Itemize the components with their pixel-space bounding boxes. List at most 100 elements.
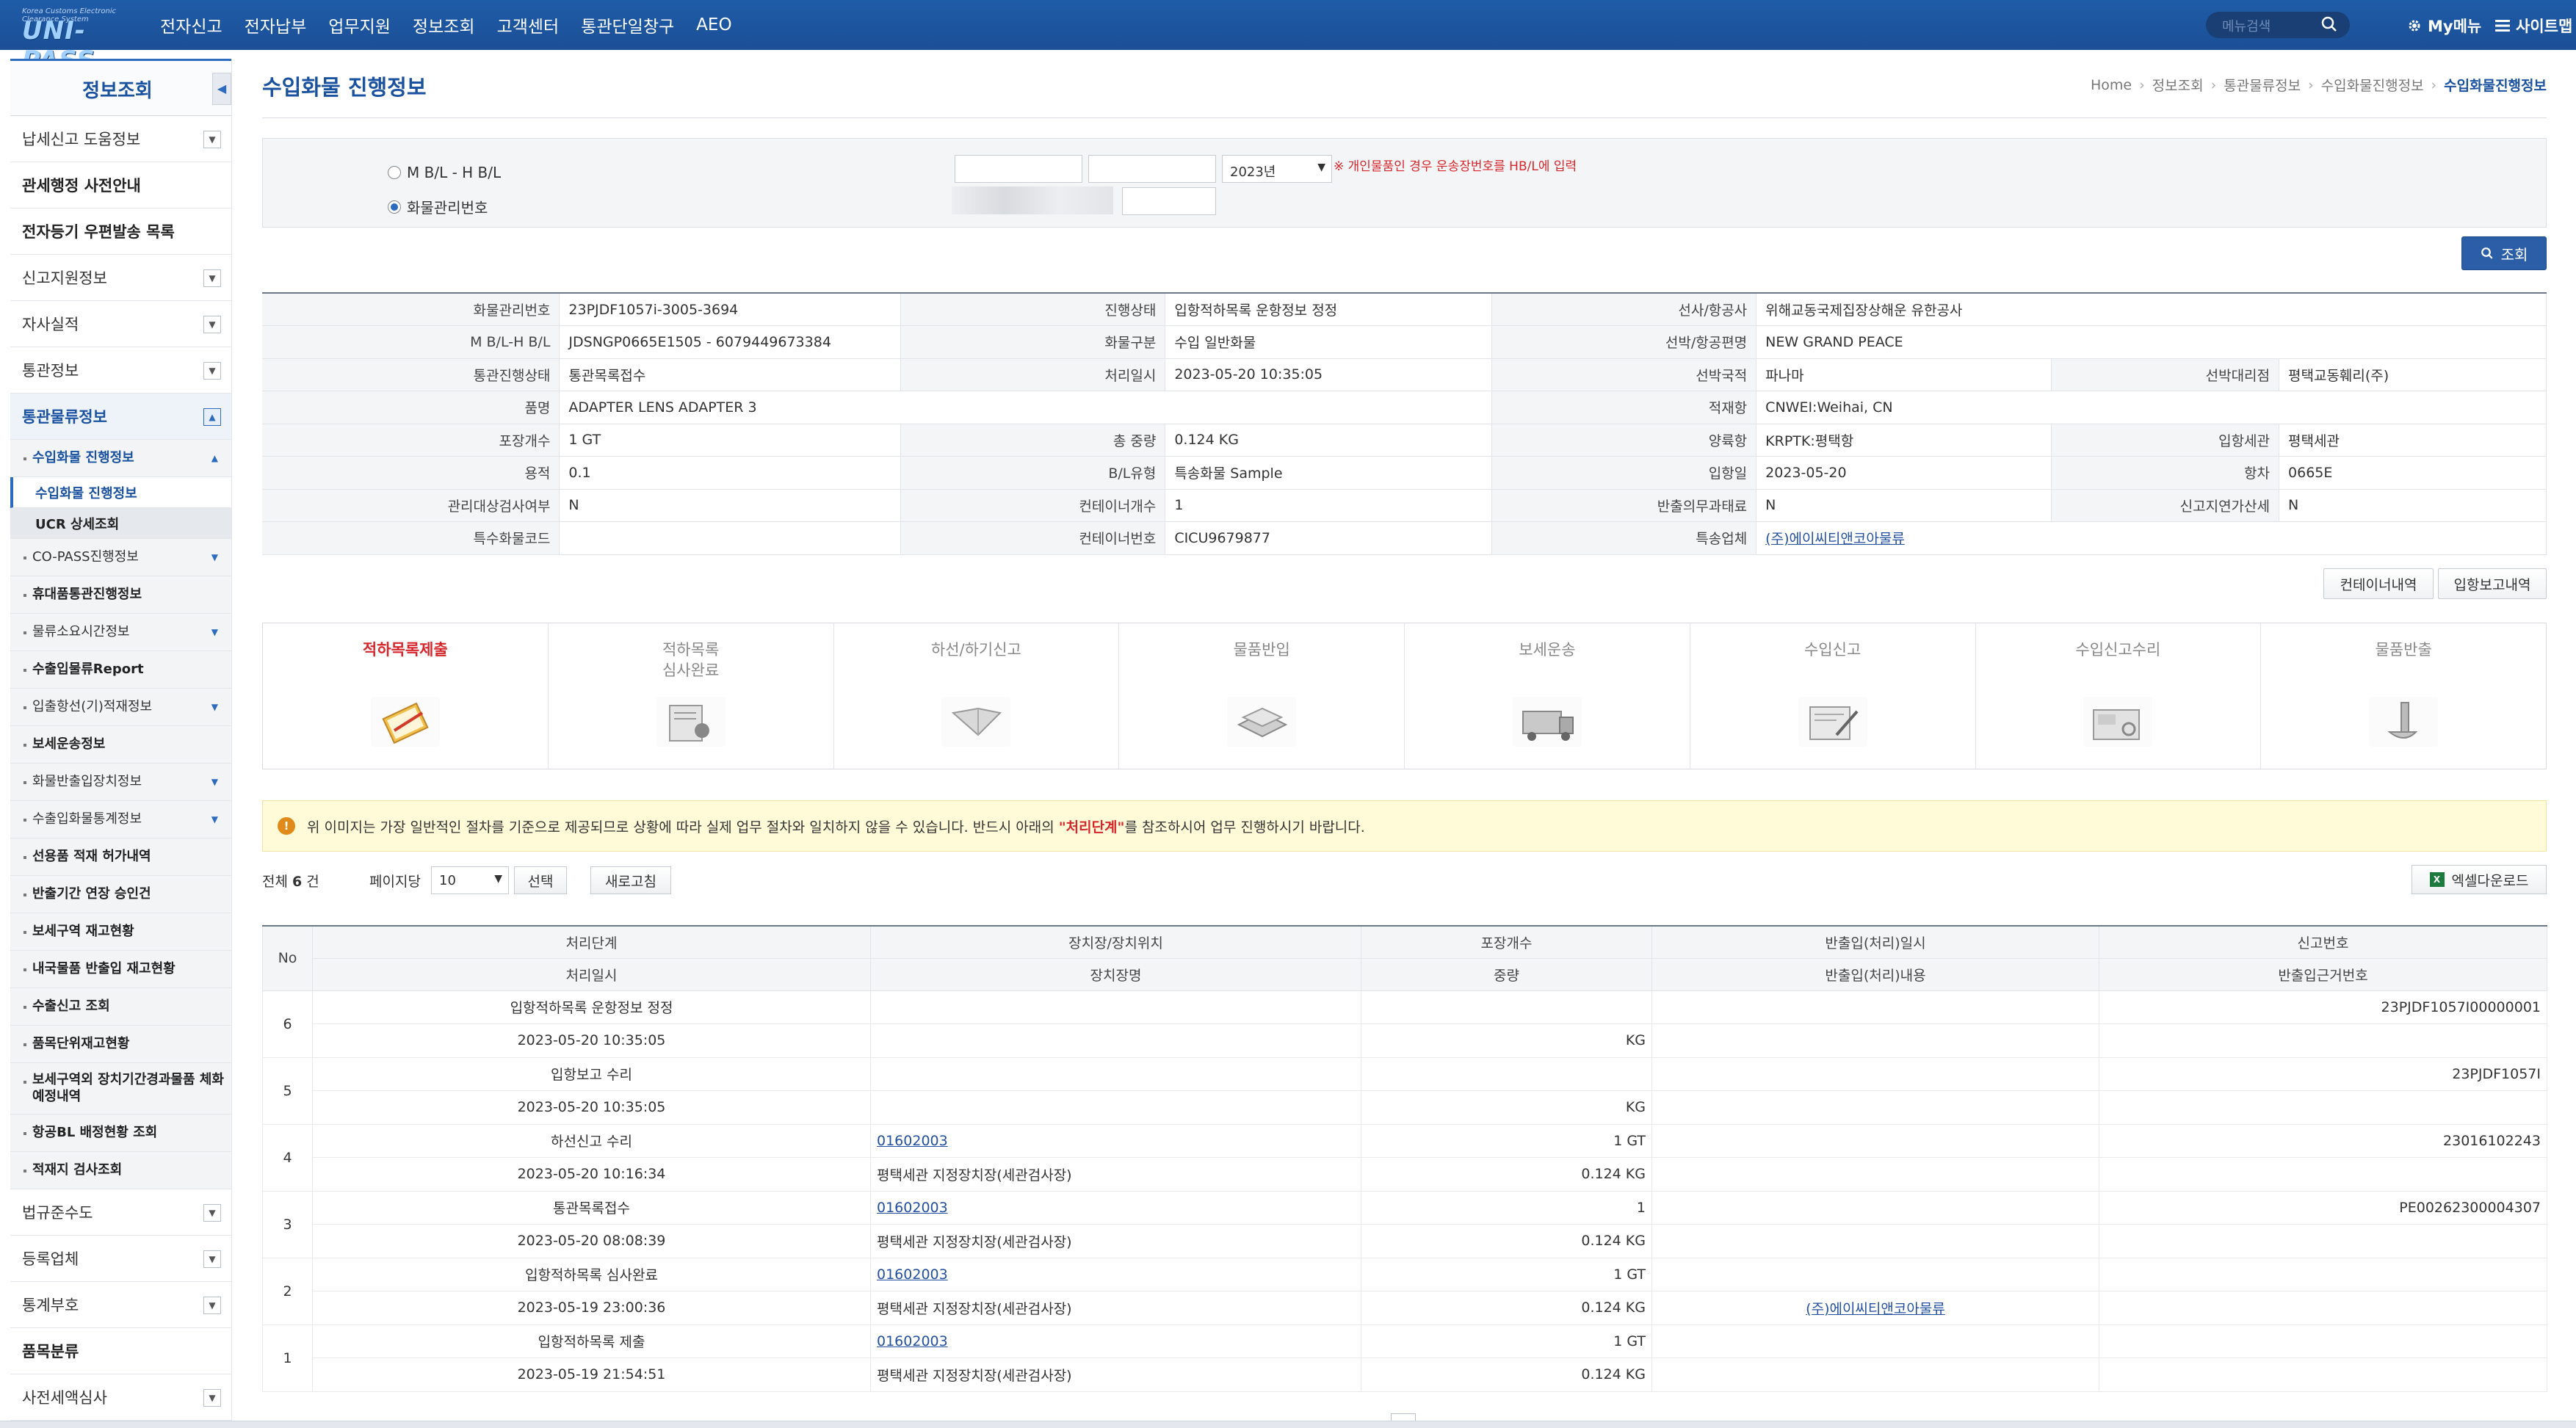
sidebar-subitem[interactable]: 수입화물 진행정보 ▲: [10, 440, 231, 477]
sidebar-subitem[interactable]: 보세구역외 장치기간경과물품 체화 예정내역: [10, 1063, 231, 1115]
info-value-link[interactable]: (주)에이씨티앤코아물류: [1765, 531, 1905, 547]
sidebar-collapse-button[interactable]: ◀: [212, 73, 231, 105]
radio-cargo-number-circle[interactable]: [388, 200, 401, 214]
cargo-number-input[interactable]: [1122, 187, 1216, 215]
sidebar-subitem[interactable]: 수출입화물통계정보 ▼: [10, 801, 231, 838]
search-button[interactable]: 조회: [2461, 236, 2547, 270]
year-select[interactable]: 2023년 ▼: [1222, 155, 1332, 183]
info-key: 신고지연가산세: [2051, 489, 2280, 522]
chevron-down-icon[interactable]: ▼: [203, 1297, 221, 1314]
radio-mbl-hbl[interactable]: M B/L - H B/L: [388, 164, 501, 181]
container-details-button[interactable]: 컨테이너내역: [2323, 568, 2434, 599]
sidebar-item[interactable]: 통관정보 ▼: [10, 347, 231, 394]
sidebar-subsubitem[interactable]: 수입화물 진행정보: [10, 477, 231, 508]
storage-code-link[interactable]: 01602003: [877, 1333, 948, 1349]
sidebar-subitem[interactable]: 반출기간 연장 승인건: [10, 876, 231, 913]
sidebar-item-label: 통관정보: [22, 362, 79, 380]
radio-cargo-number[interactable]: 화물관리번호: [388, 196, 488, 217]
radio-mbl-hbl-circle[interactable]: [388, 166, 401, 179]
chevron-down-icon[interactable]: ▼: [203, 316, 221, 333]
table-cell: 2023-05-20 10:35:05: [312, 1090, 871, 1125]
sidebar-subitem-label: 반출기간 연장 승인건: [32, 885, 151, 902]
sidebar-item[interactable]: 통관물류정보 ▲: [10, 394, 231, 440]
info-value: 위해교동국제집장상해운 유한공사: [1756, 293, 2547, 326]
sidebar-subitem[interactable]: 항공BL 배정현황 조회: [10, 1115, 231, 1152]
storage-code-link[interactable]: 01602003: [877, 1133, 948, 1149]
sidebar-subitem[interactable]: 보세구역 재고현황: [10, 913, 231, 951]
chevron-down-icon[interactable]: ▼: [203, 269, 221, 287]
nav-item[interactable]: 고객센터: [497, 12, 560, 37]
sitemap-button[interactable]: 사이트맵: [2495, 15, 2572, 37]
info-key: 항차: [2051, 456, 2280, 490]
sidebar-item[interactable]: 전자등기 우편발송 목록: [10, 209, 231, 255]
sidebar-item[interactable]: 납세신고 도움정보 ▼: [10, 116, 231, 162]
sidebar-item[interactable]: 자사실적 ▼: [10, 301, 231, 347]
chevron-down-icon: ▼: [1317, 162, 1325, 173]
sidebar-subitem-label: 보세구역 재고현황: [32, 923, 134, 939]
sidebar-subitem[interactable]: 수출신고 조회: [10, 988, 231, 1026]
nav-item[interactable]: 통관단일창구: [581, 12, 674, 37]
gear-icon: [2409, 20, 2420, 32]
horizontal-scrollbar[interactable]: [0, 1421, 2576, 1428]
nav-item[interactable]: AEO: [696, 15, 731, 35]
sidebar-subitem[interactable]: 휴대품통관진행정보: [10, 576, 231, 614]
info-row: 용적 0.1 B/L유형 특송화물 Sample 입항일 2023-05-20 항차 0665…: [262, 456, 2547, 490]
excel-download-button[interactable]: X 엑셀다운로드: [2412, 865, 2547, 894]
sidebar-subitem[interactable]: 입출항선(기)적재정보 ▼: [10, 689, 231, 726]
breadcrumb-item[interactable]: 통관물류정보: [2224, 75, 2301, 95]
info-key: 컨테이너개수: [900, 489, 1166, 522]
chevron-down-icon[interactable]: ▼: [203, 1389, 221, 1407]
chevron-down-icon[interactable]: ▼: [203, 362, 221, 380]
nav-item[interactable]: 전자납부: [245, 12, 307, 37]
sidebar-item[interactable]: 사전세액심사 ▼: [10, 1374, 231, 1421]
sidebar-item[interactable]: 등록업체 ▼: [10, 1236, 231, 1282]
sidebar-subitem[interactable]: 적재지 검사조회: [10, 1152, 231, 1189]
breadcrumb-item[interactable]: 수입화물진행정보: [2444, 75, 2547, 95]
nav-item[interactable]: 업무지원: [328, 12, 391, 37]
nav-item[interactable]: 정보조회: [413, 12, 475, 37]
sidebar-item[interactable]: 관세행정 사전안내: [10, 162, 231, 209]
chevron-down-icon[interactable]: ▼: [203, 131, 221, 148]
uni-pass-logo[interactable]: Korea Customs Electronic Clearance Syste…: [22, 6, 132, 75]
chevron-down-icon[interactable]: ▼: [203, 1250, 221, 1268]
sidebar-item[interactable]: 신고지원정보 ▼: [10, 255, 231, 301]
my-menu-button[interactable]: My메뉴: [2407, 15, 2481, 37]
sidebar-subitem[interactable]: 화물반출입장치정보 ▼: [10, 764, 231, 801]
storage-code-link[interactable]: 01602003: [877, 1266, 948, 1283]
arrival-report-button[interactable]: 입항보고내역: [2438, 568, 2547, 599]
search-icon[interactable]: [2320, 15, 2338, 33]
table-cell: KG: [1361, 1023, 1652, 1058]
sidebar-item[interactable]: 법규준수도 ▼: [10, 1189, 231, 1236]
caret-down-icon: ▼: [211, 814, 218, 824]
info-key: 양륙항: [1491, 424, 1757, 457]
process-steps: 적하목록제출 적하목록 심사완료 하선/하기신고 물품반입 보세운송 수입신고 수입신고수리 물…: [262, 623, 2547, 769]
hbl-input[interactable]: [1088, 155, 1216, 183]
sidebar-subitem[interactable]: 물류소요시간정보 ▼: [10, 614, 231, 651]
breadcrumb-item[interactable]: 정보조회: [2152, 75, 2204, 95]
sidebar-subitem[interactable]: 수출입물류Report: [10, 651, 231, 689]
breadcrumb-home[interactable]: Home: [2091, 77, 2132, 93]
sidebar-subitem[interactable]: 선용품 적재 허가내역: [10, 838, 231, 876]
sidebar-item[interactable]: 통계부호 ▼: [10, 1282, 231, 1328]
sidebar-subitem[interactable]: CO-PASS진행정보 ▼: [10, 539, 231, 576]
sidebar-subitem[interactable]: 보세운송정보: [10, 726, 231, 764]
nav-item[interactable]: 전자신고: [160, 12, 222, 37]
info-row: 품명 ADAPTER LENS ADAPTER 3 적재항 CNWEI:Weihai,…: [262, 391, 2547, 424]
sidebar-item[interactable]: 품목분류: [10, 1328, 231, 1374]
sidebar-subitem[interactable]: 내국물품 반출입 재고현황: [10, 951, 231, 988]
breadcrumb-item[interactable]: 수입화물진행정보: [2321, 75, 2424, 95]
process-step-label: 하선/하기신고: [930, 641, 1021, 659]
breadcrumb-separator-icon: ›: [2139, 76, 2145, 93]
storage-code-link[interactable]: 01602003: [877, 1200, 948, 1216]
sidebar-subitem[interactable]: 품목단위재고현황: [10, 1026, 231, 1063]
chevron-down-icon[interactable]: ▼: [203, 1204, 221, 1222]
menu-search-input[interactable]: 메뉴검색: [2222, 16, 2271, 35]
per-page-select[interactable]: 10 ▼: [431, 866, 509, 894]
company-link[interactable]: (주)에이씨티앤코아물류: [1806, 1301, 1945, 1317]
sidebar-subsubitem[interactable]: UCR 상세조회: [10, 508, 231, 539]
refresh-button[interactable]: 새로고침: [590, 866, 671, 894]
menu-search-box[interactable]: 메뉴검색: [2206, 12, 2350, 38]
select-button[interactable]: 선택: [514, 866, 567, 894]
mbl-input[interactable]: [955, 155, 1082, 183]
chevron-up-icon[interactable]: ▲: [203, 408, 221, 426]
